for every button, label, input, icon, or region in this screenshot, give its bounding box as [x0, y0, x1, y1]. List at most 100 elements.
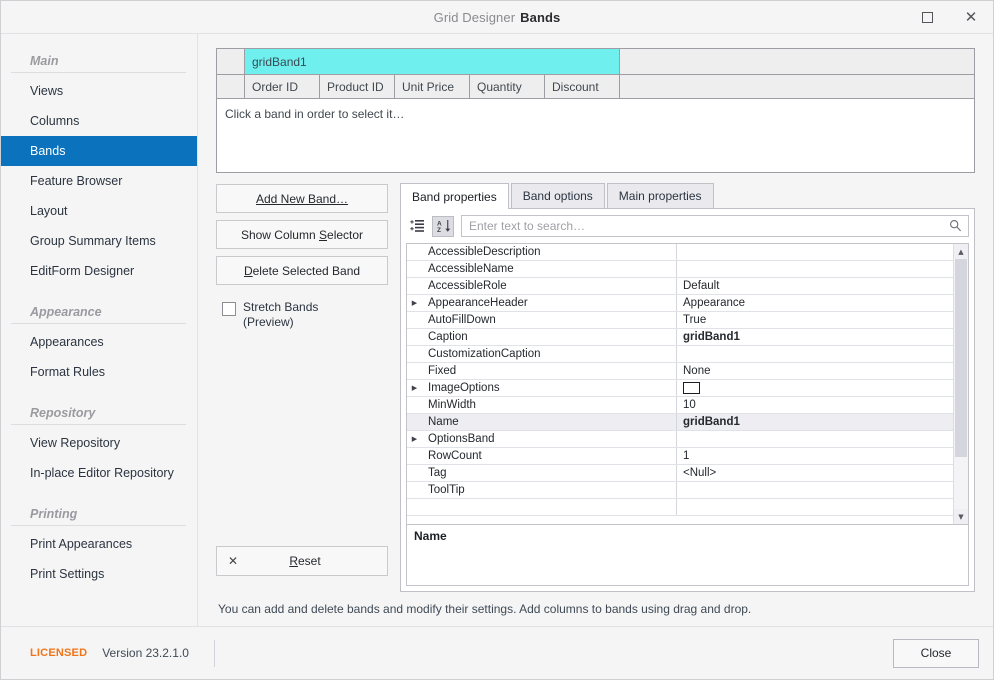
property-search-wrapper[interactable]: [461, 215, 969, 237]
stretch-bands-checkbox[interactable]: [222, 302, 236, 316]
sidebar-item-print-settings[interactable]: Print Settings: [1, 559, 197, 589]
column-header-quantity[interactable]: Quantity: [470, 75, 545, 99]
expand-chevron-icon[interactable]: ▶: [407, 431, 422, 447]
property-value[interactable]: [677, 380, 953, 396]
scroll-up-icon[interactable]: ▲: [954, 244, 968, 259]
close-window-button[interactable]: ✕: [949, 2, 993, 34]
property-value[interactable]: [677, 261, 953, 277]
sidebar-divider-printing: [11, 525, 186, 526]
table-row[interactable]: ▶ OptionsBand: [407, 431, 953, 448]
add-new-band-button[interactable]: Add New Band…: [216, 184, 388, 213]
property-name: RowCount: [422, 448, 677, 464]
table-row[interactable]: AccessibleDescription: [407, 244, 953, 261]
property-value[interactable]: 10: [677, 397, 953, 413]
property-name: Name: [422, 414, 677, 430]
property-name: Fixed: [422, 363, 677, 379]
expand-chevron-icon[interactable]: ▶: [407, 295, 422, 311]
tab-band-options[interactable]: Band options: [510, 183, 605, 208]
close-button[interactable]: Close: [893, 638, 979, 668]
expand-chevron-icon[interactable]: ▶: [407, 380, 422, 396]
scrollbar-track[interactable]: [954, 259, 968, 509]
table-row[interactable]: [407, 499, 953, 516]
sidebar-group-title-printing: Printing: [30, 507, 78, 521]
property-value[interactable]: [677, 244, 953, 260]
scroll-down-icon[interactable]: ▼: [954, 509, 968, 524]
table-row[interactable]: Tag <Null>: [407, 465, 953, 482]
band-row-filler: [620, 49, 974, 75]
table-row[interactable]: Fixed None: [407, 363, 953, 380]
add-new-band-label: Add New Band…: [255, 191, 349, 206]
column-header-discount[interactable]: Discount: [545, 75, 620, 99]
close-icon: ✕: [964, 8, 978, 26]
property-search-input[interactable]: [462, 216, 968, 236]
table-row[interactable]: MinWidth 10: [407, 397, 953, 414]
tabstrip: Band properties Band options Main proper…: [400, 183, 975, 209]
property-grid-scrollbar[interactable]: ▲ ▼: [953, 244, 968, 524]
stretch-bands-checkbox-row[interactable]: Stretch Bands (Preview): [216, 300, 388, 330]
property-grid[interactable]: AccessibleDescription AccessibleName Acc…: [406, 243, 969, 525]
column-header-order-id[interactable]: Order ID: [245, 75, 320, 99]
table-row[interactable]: AccessibleName: [407, 261, 953, 278]
sidebar-item-group-summary-items[interactable]: Group Summary Items: [1, 226, 197, 256]
band-columns-row: Order ID Product ID Unit Price Quantity …: [217, 75, 974, 99]
column-header-unit-price[interactable]: Unit Price: [395, 75, 470, 99]
footer-divider: [214, 639, 215, 667]
property-description-panel: Name: [406, 525, 969, 586]
table-row[interactable]: ▶ ImageOptions: [407, 380, 953, 397]
sidebar-item-columns[interactable]: Columns: [1, 106, 197, 136]
tab-band-properties[interactable]: Band properties: [400, 183, 509, 209]
sidebar-item-print-appearances[interactable]: Print Appearances: [1, 529, 197, 559]
categorized-view-icon[interactable]: [406, 216, 428, 237]
status-hint-text: You can add and delete bands and modify …: [218, 602, 752, 616]
column-header-product-id[interactable]: Product ID: [320, 75, 395, 99]
sidebar-item-format-rules[interactable]: Format Rules: [1, 357, 197, 387]
property-value[interactable]: 1: [677, 448, 953, 464]
sidebar-item-inplace-editor-repository[interactable]: In-place Editor Repository: [1, 458, 197, 488]
column-corner-cell: [217, 75, 245, 99]
property-value[interactable]: Default: [677, 278, 953, 294]
table-row[interactable]: Caption gridBand1: [407, 329, 953, 346]
row-expander: [407, 448, 422, 464]
reset-button[interactable]: ✕ Reset: [216, 546, 388, 576]
image-swatch-icon: [683, 382, 700, 394]
table-row[interactable]: CustomizationCaption: [407, 346, 953, 363]
table-row[interactable]: ToolTip: [407, 482, 953, 499]
show-column-selector-button[interactable]: Show Column Selector: [216, 220, 388, 249]
sidebar-item-editform-designer[interactable]: EditForm Designer: [1, 256, 197, 286]
sidebar-item-feature-browser[interactable]: Feature Browser: [1, 166, 197, 196]
property-value[interactable]: True: [677, 312, 953, 328]
maximize-button[interactable]: [905, 2, 949, 34]
sidebar-item-bands[interactable]: Bands: [1, 136, 197, 166]
property-value[interactable]: gridBand1: [677, 414, 953, 430]
band-preview[interactable]: gridBand1 Order ID Product ID Unit Price…: [216, 48, 975, 173]
property-value[interactable]: <Null>: [677, 465, 953, 481]
delete-selected-band-button[interactable]: Delete Selected Band: [216, 256, 388, 285]
table-row[interactable]: AutoFillDown True: [407, 312, 953, 329]
table-row[interactable]: AccessibleRole Default: [407, 278, 953, 295]
sidebar-item-view-repository[interactable]: View Repository: [1, 428, 197, 458]
row-expander: [407, 244, 422, 260]
alphabetical-sort-icon[interactable]: A Z: [432, 215, 454, 237]
table-row-selected[interactable]: Name gridBand1: [407, 414, 953, 431]
property-value[interactable]: gridBand1: [677, 329, 953, 345]
title-bar: Grid Designer Bands ✕: [1, 1, 993, 34]
property-value[interactable]: Appearance: [677, 295, 953, 311]
sidebar-item-appearances[interactable]: Appearances: [1, 327, 197, 357]
table-row[interactable]: RowCount 1: [407, 448, 953, 465]
property-value[interactable]: [677, 431, 953, 447]
property-value[interactable]: [677, 499, 953, 515]
property-value[interactable]: None: [677, 363, 953, 379]
property-value[interactable]: [677, 346, 953, 362]
table-row[interactable]: ▶ AppearanceHeader Appearance: [407, 295, 953, 312]
tab-main-properties[interactable]: Main properties: [606, 183, 714, 208]
sidebar-item-layout[interactable]: Layout: [1, 196, 197, 226]
property-value[interactable]: [677, 482, 953, 498]
band-actions-column: Add New Band… Show Column Selector Delet…: [216, 184, 388, 592]
row-expander: [407, 312, 422, 328]
band-cell-gridband1[interactable]: gridBand1: [245, 49, 620, 75]
sidebar-item-views[interactable]: Views: [1, 76, 197, 106]
scrollbar-thumb[interactable]: [955, 259, 967, 457]
row-expander: [407, 346, 422, 362]
property-name: [422, 499, 677, 515]
property-name: MinWidth: [422, 397, 677, 413]
